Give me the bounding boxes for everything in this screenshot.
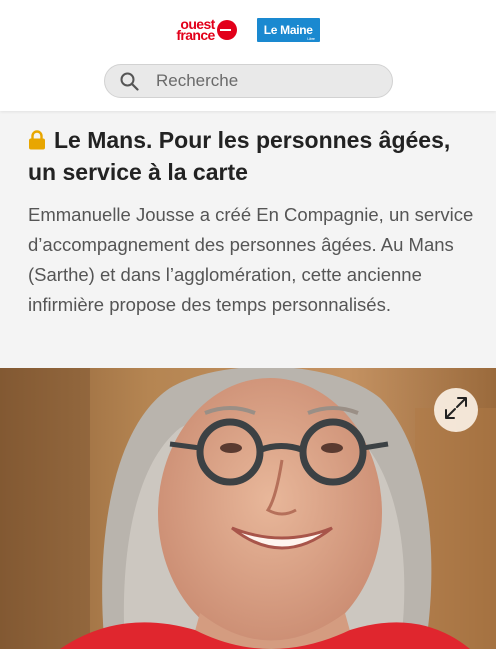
le-maine-logo-sub: Libre [307, 36, 315, 41]
article-photo[interactable] [0, 368, 496, 649]
article-header: Le Mans. Pour les personnes âgées, un se… [28, 124, 478, 320]
expand-arrows-icon [443, 395, 469, 426]
ouest-france-logo[interactable]: ouest france [176, 17, 237, 43]
logo-bar: ouest france Le Maine Libre [0, 16, 496, 44]
article-title-text: Le Mans. Pour les personnes âgées, un se… [28, 127, 451, 185]
article-title[interactable]: Le Mans. Pour les personnes âgées, un se… [28, 124, 478, 188]
expand-photo-button[interactable] [434, 388, 478, 432]
portrait-photo [0, 368, 496, 649]
search-icon[interactable] [120, 71, 140, 91]
ouest-france-logo-line2: france [176, 27, 215, 43]
search-bar[interactable] [104, 64, 393, 98]
le-maine-libre-logo[interactable]: Le Maine Libre [256, 18, 320, 42]
ouest-france-logo-mark [216, 20, 237, 40]
lock-icon [28, 126, 46, 150]
search-input[interactable] [156, 71, 356, 91]
site-header: ouest france Le Maine Libre [0, 0, 496, 111]
le-maine-logo-label: Le Maine [263, 23, 313, 37]
article-lead: Emmanuelle Jousse a créé En Compagnie, u… [28, 204, 474, 315]
